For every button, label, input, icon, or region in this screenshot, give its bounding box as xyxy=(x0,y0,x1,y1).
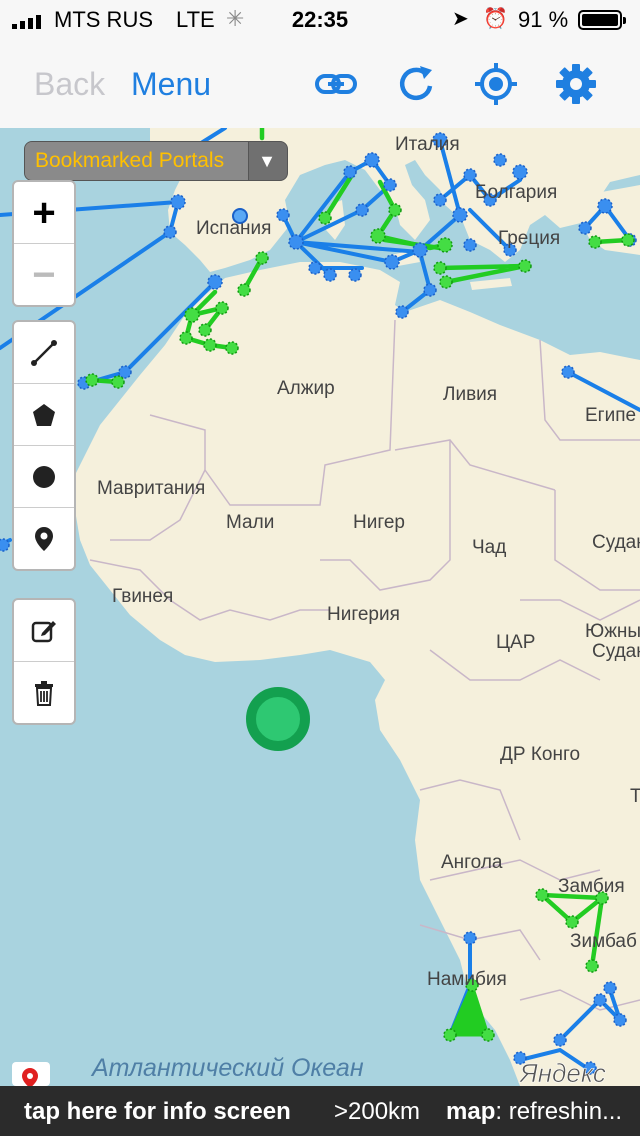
map-label-egypt: Египе xyxy=(585,405,636,426)
battery-icon xyxy=(578,10,626,30)
map-label-zambia: Замбия xyxy=(558,876,625,897)
map-label-nigeria: Нигерия xyxy=(327,604,400,625)
map-label-sudan: Судан xyxy=(592,532,640,553)
trash-icon xyxy=(35,680,53,706)
polyline-icon xyxy=(31,339,57,366)
edit-layers-button[interactable] xyxy=(14,600,74,662)
menu-button[interactable]: Menu xyxy=(131,66,211,103)
minus-icon: − xyxy=(32,252,56,297)
map-label-greece: Греция xyxy=(498,228,560,249)
polygon-icon xyxy=(33,403,55,426)
edit-icon xyxy=(31,620,56,642)
map-label-mauritania: Мавритания xyxy=(97,478,205,499)
alarm-icon: ⏰ xyxy=(483,8,508,30)
player-location-marker[interactable] xyxy=(246,687,310,751)
dropdown-arrow-icon: ▼ xyxy=(258,151,276,171)
status-bar: MTS RUS LTE ✳ 22:35 ➤ ⏰ 91 % xyxy=(0,0,640,42)
circle-icon xyxy=(33,465,55,488)
distance-indicator: >200km xyxy=(334,1098,421,1125)
map-status-key: map xyxy=(446,1098,496,1125)
map-status-value: : refreshin... xyxy=(495,1098,623,1125)
map-label-atlantic: Атлантический Океан xyxy=(90,1054,364,1082)
battery-percent: 91 % xyxy=(518,7,569,32)
map-label-libya: Ливия xyxy=(443,384,497,405)
map-label-algeria: Алжир xyxy=(277,378,335,399)
yandex-attribution[interactable]: Яндекс xyxy=(518,1058,606,1086)
map-label-niger: Нигер xyxy=(353,512,405,533)
draw-marker-button[interactable] xyxy=(14,508,74,569)
delete-layers-button[interactable] xyxy=(14,662,74,723)
map-label-drc: ДР Конго xyxy=(500,744,580,765)
map-label-car: ЦАР xyxy=(496,632,535,653)
settings-icon[interactable] xyxy=(554,62,598,106)
zoom-control: + − xyxy=(12,180,76,307)
draw-toolbar xyxy=(12,320,76,571)
map-label-zimbabwe: Зимбаб xyxy=(570,931,637,952)
edit-toolbar xyxy=(12,598,76,725)
map-label-south-sudan: Южны xyxy=(585,621,640,642)
back-button[interactable]: Back xyxy=(34,66,105,103)
marker-icon xyxy=(35,526,53,551)
link-icon[interactable] xyxy=(314,62,358,106)
map-label-mali: Мали xyxy=(226,512,274,533)
map-label-chad: Чад xyxy=(472,537,506,558)
location-arrow-icon: ➤ xyxy=(452,8,469,30)
zoom-out-button[interactable]: − xyxy=(14,244,74,305)
nav-bar: Back Menu xyxy=(0,42,640,129)
map-status: map: refreshin... xyxy=(446,1098,622,1126)
map-pin-icon[interactable] xyxy=(12,1062,50,1086)
draw-polyline-button[interactable] xyxy=(14,322,74,384)
map-label-south-sudan-2: Судан xyxy=(592,641,640,662)
map-label-spain: Испания xyxy=(196,218,271,239)
draw-circle-button[interactable] xyxy=(14,446,74,508)
map-label-angola: Ангола xyxy=(441,852,503,873)
draw-polygon-button[interactable] xyxy=(14,384,74,446)
info-screen-link[interactable]: tap here for info screen xyxy=(24,1098,291,1126)
map-view[interactable]: Италия Болгария Испания Греция Алжир Лив… xyxy=(0,128,640,1086)
zoom-in-button[interactable]: + xyxy=(14,182,74,244)
map-label-guinea: Гвинея xyxy=(112,586,173,607)
map-label-namibia: Намибия xyxy=(427,969,507,990)
map-label-italy: Италия xyxy=(395,134,460,155)
locate-icon[interactable] xyxy=(474,62,518,106)
map-canvas[interactable]: Италия Болгария Испания Греция Алжир Лив… xyxy=(0,128,640,1086)
map-label-bulgaria: Болгария xyxy=(475,182,557,203)
map-label-fragment: Т xyxy=(630,786,640,807)
bookmarked-portals-dropdown[interactable]: Bookmarked Portals ▼ xyxy=(24,141,288,181)
refresh-icon[interactable] xyxy=(394,62,438,106)
info-bar[interactable]: tap here for info screen >200km map: ref… xyxy=(0,1086,640,1136)
bookmark-dropdown-label: Bookmarked Portals xyxy=(25,142,249,180)
plus-icon: + xyxy=(32,190,56,235)
